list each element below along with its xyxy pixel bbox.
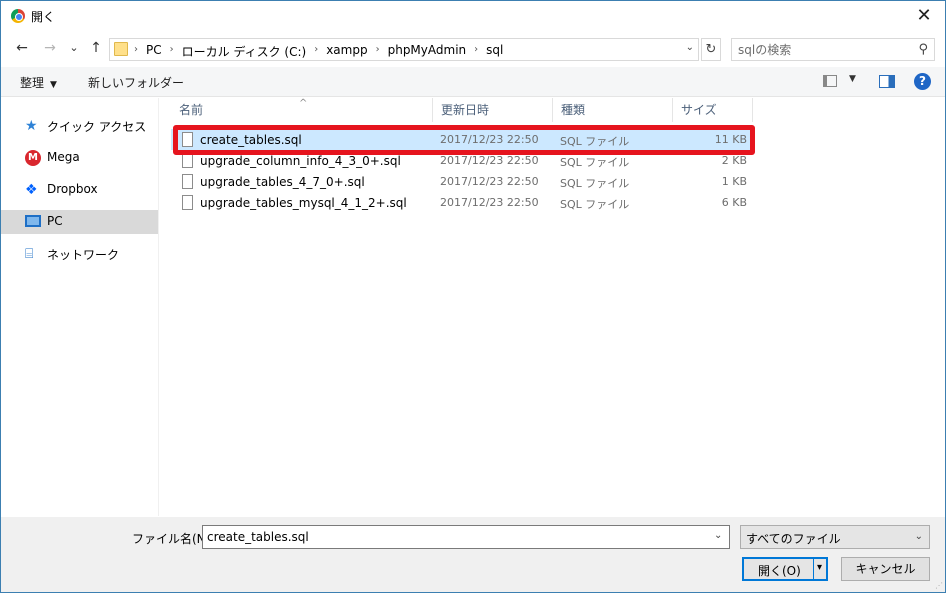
- file-type-selected: すべてのファイル: [746, 532, 841, 546]
- organize-label: 整理: [20, 76, 45, 90]
- chevron-right-icon[interactable]: ›: [474, 43, 478, 60]
- column-header-type[interactable]: 種類: [553, 98, 673, 122]
- recent-locations-button[interactable]: ⌄: [65, 39, 83, 57]
- filename-field[interactable]: [202, 525, 730, 549]
- file-date: 2017/12/23 22:50: [440, 175, 539, 188]
- chevron-right-icon[interactable]: ›: [314, 43, 318, 60]
- caret-down-icon: ▼: [50, 80, 57, 90]
- search-box[interactable]: ⚲: [731, 38, 935, 61]
- pc-icon: [25, 215, 41, 227]
- breadcrumb-xampp[interactable]: xampp: [326, 43, 367, 60]
- title-bar: 開く ✕: [1, 1, 945, 31]
- search-input[interactable]: [738, 42, 908, 58]
- column-header-size[interactable]: サイズ: [673, 98, 753, 122]
- file-type: SQL ファイル: [560, 156, 630, 169]
- chevron-down-icon: ⌄: [914, 531, 923, 542]
- network-icon: ⌸: [25, 246, 34, 262]
- search-icon[interactable]: ⚲: [918, 42, 928, 57]
- file-name: upgrade_tables_mysql_4_1_2+.sql: [200, 196, 407, 210]
- file-size: 6 KB: [721, 196, 747, 209]
- file-name: upgrade_column_info_4_3_0+.sql: [200, 154, 401, 168]
- window-title: 開く: [31, 10, 56, 24]
- open-button-label: 開く(O): [758, 564, 801, 578]
- open-button[interactable]: 開く(O) ▾: [742, 557, 828, 581]
- preview-pane-icon[interactable]: [879, 75, 895, 88]
- file-icon: [182, 195, 193, 210]
- sidebar-item-label: ネットワーク: [47, 248, 120, 262]
- annotation-highlight-box: [173, 125, 755, 155]
- refresh-button[interactable]: ↻: [701, 38, 721, 61]
- chevron-right-icon[interactable]: ›: [134, 43, 138, 60]
- close-button[interactable]: ✕: [909, 3, 939, 29]
- split-divider: [813, 559, 814, 579]
- new-folder-button[interactable]: 新しいフォルダー: [88, 74, 184, 91]
- file-icon: [182, 153, 193, 168]
- breadcrumb-local-disk[interactable]: ローカル ディスク (C:): [182, 43, 307, 60]
- resize-grip-icon[interactable]: ⋰: [935, 581, 943, 590]
- back-button[interactable]: ←: [13, 39, 31, 57]
- up-button[interactable]: ↑: [87, 39, 105, 57]
- column-header-date[interactable]: 更新日時: [433, 98, 553, 122]
- mega-icon: M: [25, 150, 41, 166]
- sidebar-item-label: Mega: [47, 150, 80, 164]
- sidebar-item-network[interactable]: ⌸ ネットワーク: [1, 242, 158, 266]
- column-header-label: 名前: [179, 103, 204, 117]
- sidebar-item-quick-access[interactable]: ★ クイック アクセス: [1, 114, 158, 138]
- file-type-select[interactable]: すべてのファイル ⌄: [740, 525, 930, 549]
- chevron-down-icon[interactable]: ⌄: [686, 42, 694, 53]
- open-file-dialog: 開く ✕ ← → ⌄ ↑ › PC › ローカル ディスク (C:) › xam…: [0, 0, 946, 593]
- file-icon: [182, 174, 193, 189]
- organize-menu-button[interactable]: 整理 ▼: [20, 74, 57, 91]
- file-row[interactable]: upgrade_tables_mysql_4_1_2+.sql 2017/12/…: [171, 192, 753, 213]
- breadcrumb-pc[interactable]: PC: [146, 43, 162, 60]
- navigation-bar: ← → ⌄ ↑ › PC › ローカル ディスク (C:) › xampp › …: [1, 35, 945, 63]
- sidebar-item-label: PC: [47, 214, 63, 228]
- chrome-icon: [11, 9, 25, 23]
- chevron-right-icon[interactable]: ›: [376, 43, 380, 60]
- dropbox-icon: ❖: [25, 182, 38, 198]
- sidebar-item-mega[interactable]: M Mega: [1, 146, 158, 170]
- column-header-name[interactable]: 名前 ^: [171, 98, 433, 122]
- file-type: SQL ファイル: [560, 177, 630, 190]
- folder-icon: [114, 42, 128, 56]
- file-size: 2 KB: [721, 154, 747, 167]
- sidebar-item-label: クイック アクセス: [47, 120, 147, 134]
- dialog-footer: ファイル名(N): ⌄ すべてのファイル ⌄ 開く(O) ▾ キャンセル ⋰: [1, 517, 945, 592]
- help-icon[interactable]: ?: [914, 73, 931, 90]
- view-options-icon[interactable]: [823, 75, 837, 87]
- sidebar-item-dropbox[interactable]: ❖ Dropbox: [1, 178, 158, 202]
- file-type: SQL ファイル: [560, 198, 630, 211]
- sidebar-item-label: Dropbox: [47, 182, 98, 196]
- file-date: 2017/12/23 22:50: [440, 154, 539, 167]
- file-size: 1 KB: [721, 175, 747, 188]
- chevron-down-icon[interactable]: ⌄: [714, 530, 722, 541]
- navigation-pane: ★ クイック アクセス M Mega ❖ Dropbox PC ⌸ ネットワーク: [1, 98, 159, 516]
- sort-ascending-icon: ^: [299, 98, 308, 109]
- chevron-right-icon[interactable]: ›: [170, 43, 174, 60]
- cancel-button[interactable]: キャンセル: [841, 557, 930, 581]
- forward-button[interactable]: →: [41, 39, 59, 57]
- caret-down-icon[interactable]: ▼: [849, 74, 856, 84]
- quick-access-star-icon: ★: [25, 118, 38, 134]
- file-list: 名前 ^ 更新日時 種類 サイズ create_tables.sql 2017/…: [171, 98, 753, 228]
- breadcrumb-sql[interactable]: sql: [486, 43, 503, 60]
- file-row[interactable]: upgrade_tables_4_7_0+.sql 2017/12/23 22:…: [171, 171, 753, 192]
- address-bar[interactable]: › PC › ローカル ディスク (C:) › xampp › phpMyAdm…: [109, 38, 699, 61]
- file-date: 2017/12/23 22:50: [440, 196, 539, 209]
- breadcrumb-phpmyadmin[interactable]: phpMyAdmin: [388, 43, 467, 60]
- command-toolbar: 整理 ▼ 新しいフォルダー ▼ ?: [1, 67, 945, 97]
- open-options-caret-icon[interactable]: ▾: [817, 562, 822, 573]
- file-name: upgrade_tables_4_7_0+.sql: [200, 175, 365, 189]
- sidebar-item-pc[interactable]: PC: [1, 210, 158, 234]
- breadcrumb: › PC › ローカル ディスク (C:) › xampp › phpMyAdm…: [134, 43, 503, 60]
